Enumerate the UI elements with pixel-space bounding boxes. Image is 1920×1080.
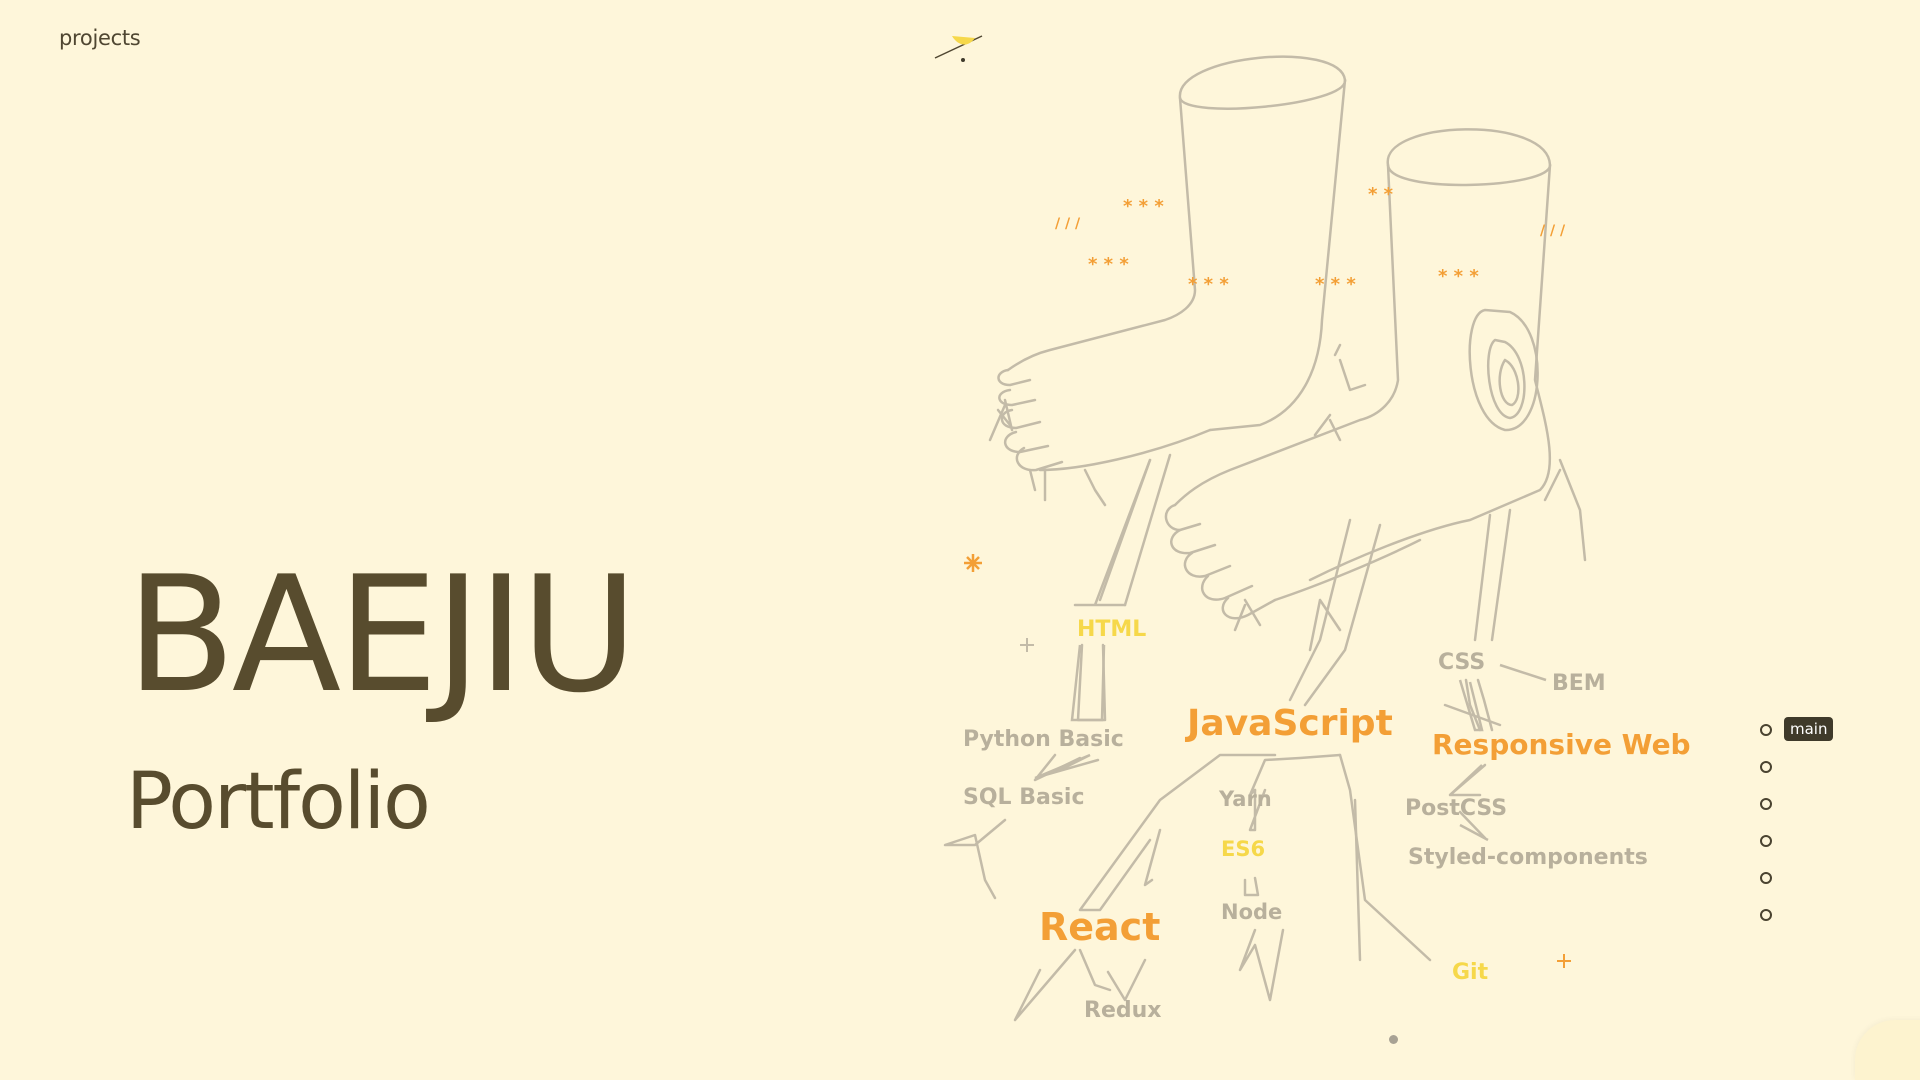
- skill-bem: BEM: [1552, 671, 1606, 696]
- skill-node: Node: [1221, 900, 1282, 924]
- svg-text:* * *: * * *: [1438, 266, 1479, 287]
- skill-css: CSS: [1438, 650, 1485, 675]
- section-label-main: main: [1784, 717, 1834, 741]
- section-dot-2[interactable]: [1760, 761, 1772, 773]
- svg-text:* * *: * * *: [1123, 196, 1164, 217]
- portfolio-page: projects * * * * * * * * * * * * * * * *…: [0, 0, 1920, 1080]
- skill-postcss: PostCSS: [1405, 796, 1507, 821]
- skill-sql: SQL Basic: [963, 785, 1085, 810]
- star-marks: * * * * * * * * * * * * * * * * * / / / …: [1055, 184, 1566, 295]
- skill-react: React: [1039, 905, 1160, 949]
- hero-subtitle: Portfolio: [126, 757, 431, 847]
- svg-text:* *: * *: [1368, 184, 1394, 205]
- section-dot-6[interactable]: [1760, 909, 1772, 921]
- left-leg-drawing: [997, 55, 1347, 607]
- plus-icon-orange: [1557, 954, 1571, 968]
- skill-es6: ES6: [1221, 837, 1265, 861]
- sparkle-icon: [964, 554, 982, 572]
- right-leg-drawing: [1164, 128, 1552, 620]
- skill-styled-components: Styled-components: [1408, 845, 1648, 870]
- skill-git: Git: [1452, 960, 1489, 985]
- svg-text:/ / /: / / /: [1540, 223, 1566, 239]
- scroll-indicator: [1389, 1035, 1398, 1044]
- svg-text:* * *: * * *: [1188, 274, 1229, 295]
- section-dot-main[interactable]: main: [1760, 717, 1834, 741]
- plus-icon: [1020, 638, 1034, 652]
- section-dot-5[interactable]: [1760, 872, 1772, 884]
- hero-title: BAEJIU: [126, 541, 638, 728]
- feet-tree-illustration: * * * * * * * * * * * * * * * * * / / / …: [934, 35, 1691, 1023]
- svg-text:/ / /: / / /: [1055, 216, 1081, 232]
- skill-redux: Redux: [1084, 998, 1161, 1023]
- svg-text:* * *: * * *: [1315, 274, 1356, 295]
- svg-text:* * *: * * *: [1088, 254, 1129, 275]
- section-dot-3[interactable]: [1760, 798, 1772, 810]
- skill-html: HTML: [1077, 617, 1146, 642]
- section-dot-4[interactable]: [1760, 835, 1772, 847]
- skill-responsive-web: Responsive Web: [1432, 728, 1691, 761]
- skill-python: Python Basic: [963, 727, 1124, 752]
- skill-javascript: JavaScript: [1184, 703, 1393, 744]
- bee-icon: [934, 35, 983, 62]
- skill-yarn: Yarn: [1218, 787, 1272, 811]
